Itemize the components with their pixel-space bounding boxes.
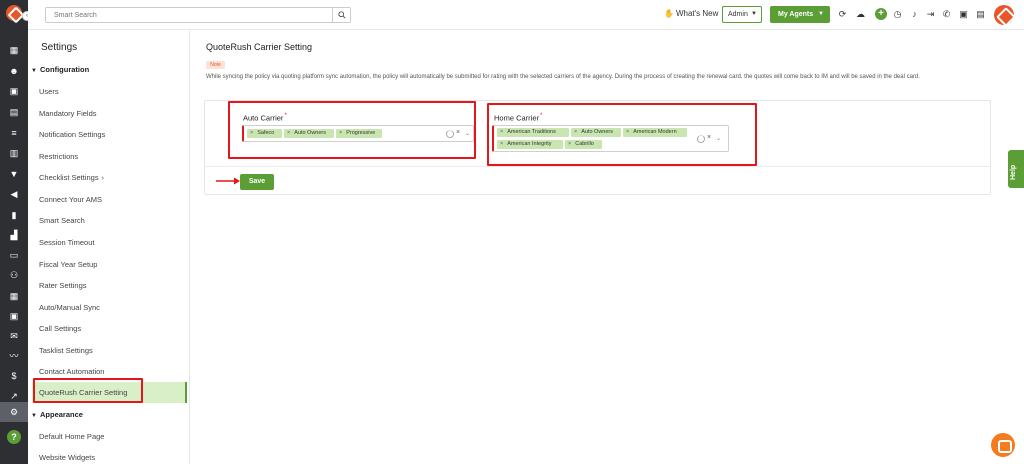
caret-down-icon: ▼: [31, 68, 37, 74]
group-configuration[interactable]: ▼ Configuration: [31, 65, 89, 74]
chip-icon[interactable]: ▣: [958, 9, 969, 20]
brand-logo[interactable]: [6, 5, 22, 21]
sidebar-item-website-widgets[interactable]: Website Widgets: [39, 453, 95, 462]
people-icon[interactable]: ⚇: [8, 269, 20, 281]
sidebar-item-session-timeout[interactable]: Session Timeout: [39, 238, 94, 247]
group-configuration-label: Configuration: [40, 65, 90, 74]
save-button[interactable]: Save: [240, 174, 274, 190]
analytics-icon[interactable]: ▟: [8, 229, 20, 241]
tasks-icon[interactable]: ≡: [8, 127, 20, 139]
sidebar-item-connect-ams[interactable]: Connect Your AMS: [39, 195, 102, 204]
mobile-icon[interactable]: ▮: [8, 209, 20, 221]
reports-icon[interactable]: ▥: [8, 147, 20, 159]
billing-icon[interactable]: $: [8, 370, 20, 382]
phone-icon[interactable]: ✆: [941, 9, 952, 20]
note-text: While syncing the policy via quoting pla…: [206, 74, 920, 80]
chat-icon[interactable]: [991, 433, 1015, 457]
highlight-box: [228, 101, 476, 159]
refresh-icon[interactable]: ⟳: [837, 9, 848, 20]
help-tab-label: Help: [1010, 164, 1017, 180]
bell-icon[interactable]: ♪: [909, 9, 920, 20]
clock-icon[interactable]: ◷: [892, 9, 903, 20]
chevron-down-icon: ▼: [818, 11, 824, 17]
whats-new-link[interactable]: ✋ What's New: [664, 9, 718, 18]
search-input[interactable]: [46, 8, 332, 22]
pos-icon[interactable]: ▣: [8, 310, 20, 322]
sidebar-item-checklist-settings[interactable]: Checklist Settings ›: [39, 173, 104, 182]
add-icon[interactable]: +: [875, 8, 887, 20]
brand-logo[interactable]: [994, 5, 1014, 25]
chevron-right-icon: ›: [101, 175, 104, 182]
my-agents-button[interactable]: My Agents ▼: [770, 6, 830, 23]
sidebar-item-tasklist-settings[interactable]: Tasklist Settings: [39, 346, 93, 355]
sidebar-item-smart-search[interactable]: Smart Search: [39, 216, 85, 225]
signature-icon[interactable]: 〰: [8, 350, 20, 362]
search-button[interactable]: [332, 8, 350, 22]
email-icon[interactable]: ✉: [8, 330, 20, 342]
whats-new-label: What's New: [675, 9, 719, 18]
my-agents-label: My Agents: [778, 11, 814, 18]
help-tab[interactable]: Help: [1008, 150, 1024, 188]
arrow-annotation: [216, 177, 240, 185]
settings-icon[interactable]: ⚙: [8, 406, 20, 418]
quotes-icon[interactable]: ▤: [8, 106, 20, 118]
sidebar-item-auto-manual-sync[interactable]: Auto/Manual Sync: [39, 303, 100, 312]
app-rail: ▦ ☻ ▣ ▤ ≡ ▥ ▼ ◀ ▮ ▟ ▭ ⚇ ▦ ▣ ✉ 〰 $ ↗ ⚙ ?: [0, 0, 28, 464]
settings-sidebar: Settings ▼ Configuration Users Mandatory …: [28, 31, 190, 464]
admin-select[interactable]: Admin ▼: [722, 6, 762, 23]
dashboard-icon[interactable]: ▦: [8, 44, 20, 56]
sidebar-item-restrictions[interactable]: Restrictions: [39, 152, 78, 161]
active-indicator: [185, 382, 187, 403]
caret-down-icon: ▼: [31, 413, 37, 419]
page-title: QuoteRush Carrier Setting: [206, 42, 313, 52]
sidebar-title: Settings: [41, 42, 78, 53]
sidebar-item-label: Checklist Settings: [39, 173, 99, 182]
smart-search: [45, 7, 351, 23]
folder-icon[interactable]: ▭: [8, 249, 20, 261]
calendar-icon[interactable]: ▦: [8, 290, 20, 302]
highlight-box: [487, 103, 757, 166]
campaign-icon[interactable]: ◀: [8, 188, 20, 200]
hand-icon: ✋: [664, 9, 674, 18]
search-icon: [338, 11, 346, 19]
chevron-down-icon: ▼: [751, 11, 757, 17]
sidebar-item-notification-settings[interactable]: Notification Settings: [39, 130, 105, 139]
top-bar: ✋What's New Admin▼ My Agents▼ ⟳ ☁ + ◷ ♪ …: [28, 0, 1024, 30]
sidebar-item-users[interactable]: Users: [39, 87, 59, 96]
policies-icon[interactable]: ▣: [8, 85, 20, 97]
admin-select-value: Admin: [728, 11, 748, 18]
group-appearance-label: Appearance: [40, 410, 83, 419]
cloud-icon[interactable]: ☁: [855, 9, 866, 20]
growth-icon[interactable]: ↗: [8, 390, 20, 402]
sidebar-item-mandatory-fields[interactable]: Mandatory Fields: [39, 109, 97, 118]
help-icon[interactable]: ?: [7, 430, 21, 444]
card-divider: [205, 166, 990, 167]
sidebar-item-rater-settings[interactable]: Rater Settings: [39, 281, 87, 290]
export-icon[interactable]: ⇥: [925, 9, 936, 20]
contacts-icon[interactable]: ☻: [8, 65, 20, 77]
note-badge: Note: [206, 61, 225, 69]
sidebar-item-default-home-page[interactable]: Default Home Page: [39, 432, 104, 441]
group-appearance[interactable]: ▼ Appearance: [31, 410, 83, 419]
filter-icon[interactable]: ▼: [8, 168, 20, 180]
document-icon[interactable]: ▤: [975, 9, 986, 20]
highlight-box: [33, 378, 143, 403]
sidebar-item-call-settings[interactable]: Call Settings: [39, 324, 81, 333]
sidebar-item-contact-automation[interactable]: Contact Automation: [39, 367, 104, 376]
sidebar-item-fiscal-year[interactable]: Fiscal Year Setup: [39, 260, 97, 269]
